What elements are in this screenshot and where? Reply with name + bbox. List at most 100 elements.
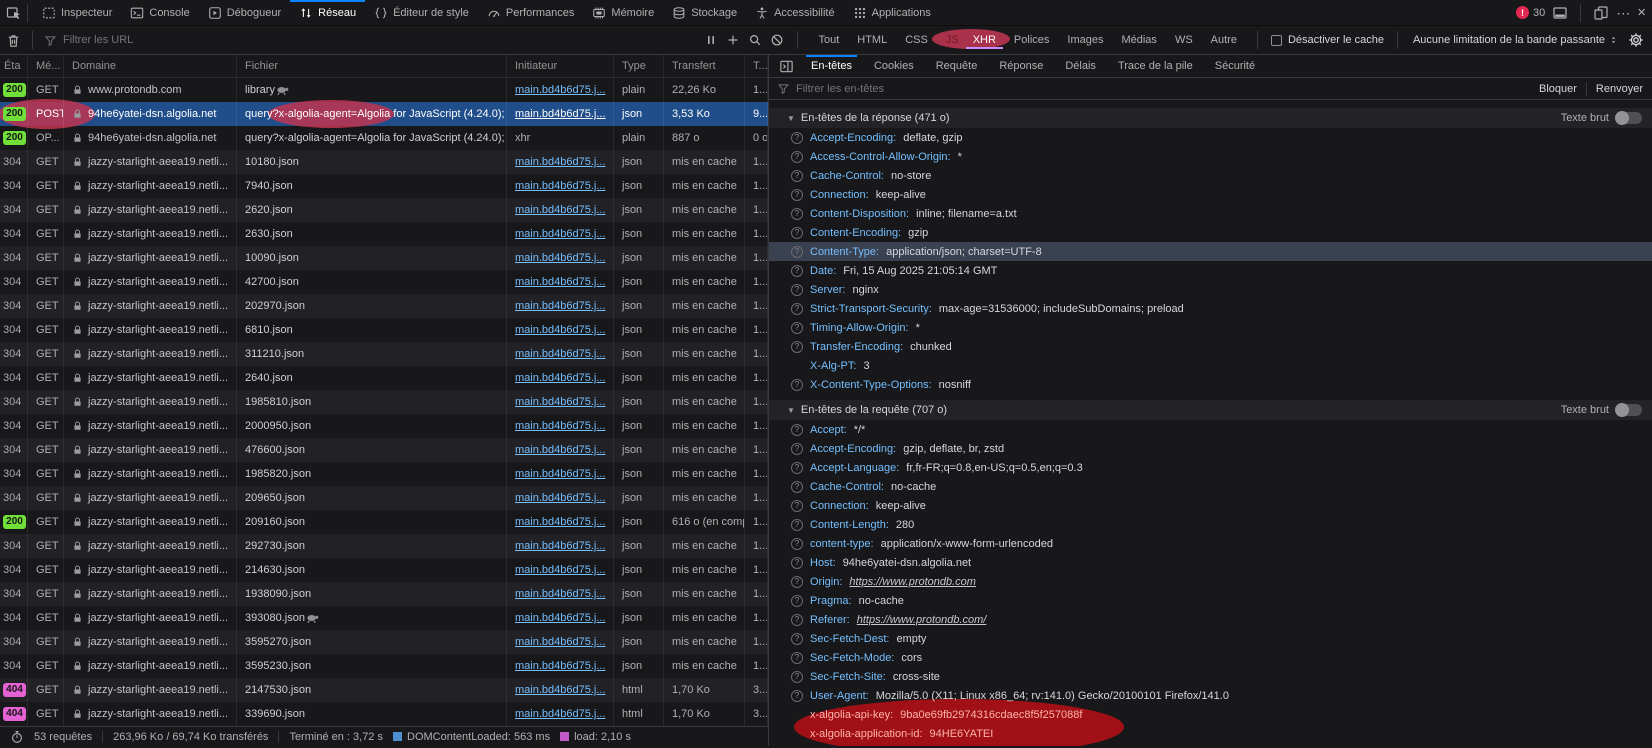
pause-requests-icon[interactable] [704,33,718,47]
filter-css[interactable]: CSS [898,31,935,49]
header-row[interactable]: ?Host:94he6yatei-dsn.algolia.net [769,553,1652,572]
column-header[interactable]: Mé... [28,55,64,77]
help-icon[interactable]: ? [791,462,803,474]
filter-ws[interactable]: WS [1168,31,1200,49]
help-icon[interactable]: ? [791,189,803,201]
throttling-select[interactable]: Aucune limitation de la bande passante [1411,34,1620,46]
request-row[interactable]: 200POST94he6yatei-dsn.algolia.netquery?x… [0,102,768,126]
header-row[interactable]: x-algolia-api-key:9ba0e69fb2974316cdaec8… [769,705,1652,724]
header-row[interactable]: ?Server:nginx [769,280,1652,299]
details-tab-reponse[interactable]: Réponse [988,55,1054,77]
help-icon[interactable]: ? [791,690,803,702]
help-icon[interactable]: ? [791,500,803,512]
request-row[interactable]: 304GETjazzy-starlight-aeea19.netli...214… [0,558,768,582]
search-icon[interactable] [748,33,762,47]
request-row[interactable]: 304GETjazzy-starlight-aeea19.netli...359… [0,630,768,654]
header-row[interactable]: ?Sec-Fetch-Dest:empty [769,629,1652,648]
column-header[interactable]: Éta [0,55,28,77]
initiator-link[interactable]: main.bd4b6d75.j... [515,324,606,336]
help-icon[interactable]: ? [791,151,803,163]
initiator-link[interactable]: main.bd4b6d75.j... [515,84,606,96]
help-icon[interactable]: ? [791,519,803,531]
help-icon[interactable]: ? [791,576,803,588]
initiator-link[interactable]: main.bd4b6d75.j... [515,684,606,696]
header-row[interactable]: ?Connection:keep-alive [769,185,1652,204]
tab-console[interactable]: Console [121,0,198,25]
header-row[interactable]: x-algolia-application-id:94HE6YATEI [769,724,1652,743]
request-row[interactable]: 304GETjazzy-starlight-aeea19.netli...292… [0,534,768,558]
header-row[interactable]: ?Accept-Encoding:deflate, gzip [769,128,1652,147]
help-icon[interactable]: ? [791,614,803,626]
request-row[interactable]: 304GETjazzy-starlight-aeea19.netli...200… [0,414,768,438]
initiator-link[interactable]: main.bd4b6d75.j... [515,180,606,192]
column-header[interactable]: Initiateur [507,55,614,77]
settings-gear-icon[interactable] [1628,32,1644,48]
request-row[interactable]: 304GETjazzy-starlight-aeea19.netli...202… [0,294,768,318]
help-icon[interactable]: ? [791,132,803,144]
request-row[interactable]: 304GETjazzy-starlight-aeea19.netli...209… [0,486,768,510]
disable-cache-checkbox[interactable]: Désactiver le cache [1271,34,1384,46]
header-row[interactable]: X-Alg-PT:3 [769,356,1652,375]
details-tab-en-tetes[interactable]: En-têtes [800,55,863,77]
new-request-icon[interactable] [726,33,740,47]
help-icon[interactable]: ? [791,379,803,391]
block-request-icon[interactable] [770,33,784,47]
request-row[interactable]: 304GETjazzy-starlight-aeea19.netli...101… [0,150,768,174]
details-tab-requete[interactable]: Requête [925,55,989,77]
filter-autre[interactable]: Autre [1204,31,1244,49]
request-row[interactable]: 404GETjazzy-starlight-aeea19.netli...339… [0,702,768,726]
help-icon[interactable]: ? [791,246,803,258]
request-row[interactable]: 304GETjazzy-starlight-aeea19.netli...198… [0,390,768,414]
help-icon[interactable]: ? [791,633,803,645]
request-row[interactable]: 304GETjazzy-starlight-aeea19.netli...359… [0,654,768,678]
header-row[interactable]: ?Date:Fri, 15 Aug 2025 21:05:14 GMT [769,261,1652,280]
help-icon[interactable]: ? [791,265,803,277]
column-header[interactable]: Domaine [64,55,237,77]
request-row[interactable]: 404GETjazzy-starlight-aeea19.netli...214… [0,678,768,702]
header-row[interactable]: ?Content-Length:280 [769,515,1652,534]
tab-applications[interactable]: Applications [844,0,940,25]
details-tab-securite[interactable]: Sécurité [1204,55,1266,77]
filter-xhr[interactable]: XHR [966,31,1003,49]
tab-accessibilite[interactable]: Accessibilité [746,0,844,25]
initiator-link[interactable]: main.bd4b6d75.j... [515,444,606,456]
initiator-link[interactable]: main.bd4b6d75.j... [515,612,606,624]
request-row[interactable]: 304GETjazzy-starlight-aeea19.netli...263… [0,222,768,246]
initiator-link[interactable]: main.bd4b6d75.j... [515,660,606,672]
request-row[interactable]: 304GETjazzy-starlight-aeea19.netli...427… [0,270,768,294]
initiator-link[interactable]: main.bd4b6d75.j... [515,300,606,312]
help-icon[interactable]: ? [791,208,803,220]
separate-window-icon[interactable] [1593,5,1609,21]
filter-polices[interactable]: Polices [1007,31,1056,49]
header-value-link[interactable]: https://www.protondb.com [849,576,976,588]
dock-bottom-icon[interactable] [1552,5,1568,21]
column-header[interactable]: Type [614,55,664,77]
initiator-link[interactable]: main.bd4b6d75.j... [515,156,606,168]
header-row[interactable]: ?Cache-Control:no-store [769,166,1652,185]
initiator-link[interactable]: main.bd4b6d75.j... [515,564,606,576]
initiator-link[interactable]: main.bd4b6d75.j... [515,420,606,432]
header-row[interactable]: ?Accept-Language:fr,fr-FR;q=0.8,en-US;q=… [769,458,1652,477]
header-row[interactable]: ?content-type:application/x-www-form-url… [769,534,1652,553]
requests-count[interactable]: 53 requêtes [34,731,92,743]
filter-js[interactable]: JS [939,31,966,49]
initiator-link[interactable]: main.bd4b6d75.j... [515,708,606,720]
element-picker-icon[interactable] [6,5,22,21]
header-row[interactable]: ?Connection:keep-alive [769,496,1652,515]
initiator-link[interactable]: main.bd4b6d75.j... [515,396,606,408]
help-icon[interactable]: ? [791,424,803,436]
details-tab-delais[interactable]: Délais [1054,55,1107,77]
request-row[interactable]: 304GETjazzy-starlight-aeea19.netli...393… [0,606,768,630]
help-icon[interactable]: ? [791,595,803,607]
error-count-button[interactable]: ! 30 [1516,6,1545,19]
header-row[interactable]: ?Transfer-Encoding:chunked [769,337,1652,356]
initiator-link[interactable]: main.bd4b6d75.j... [515,516,606,528]
header-row[interactable]: ?Strict-Transport-Security:max-age=31536… [769,299,1652,318]
header-row[interactable]: ?Sec-Fetch-Site:cross-site [769,667,1652,686]
filter-tout[interactable]: Tout [811,31,846,49]
headers-section-header[interactable]: ▼En-têtes de la requête (707 o)Texte bru… [769,400,1652,420]
header-row[interactable]: ?Accept-Encoding:gzip, deflate, br, zstd [769,439,1652,458]
header-row[interactable]: ?Content-Type:application/json; charset=… [769,242,1652,261]
request-row[interactable]: 304GETjazzy-starlight-aeea19.netli...794… [0,174,768,198]
initiator-link[interactable]: main.bd4b6d75.j... [515,348,606,360]
